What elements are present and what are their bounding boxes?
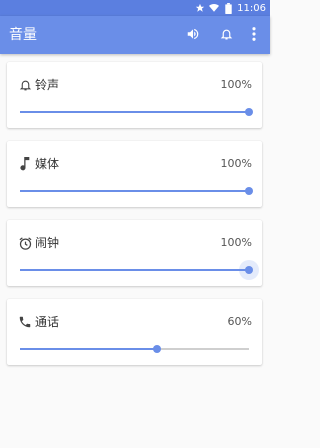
- more-vert-icon: [252, 26, 256, 45]
- slider-fill: [20, 111, 249, 113]
- volume-card-alarm: 闹钟 100%: [7, 220, 262, 286]
- slider-thumb[interactable]: [153, 345, 162, 353]
- music-note-icon: [17, 156, 33, 172]
- volume-label: 通话: [35, 315, 60, 329]
- volume-icon: [186, 26, 200, 45]
- volume-label: 闹钟: [35, 236, 60, 250]
- volume-percent: 100%: [220, 157, 252, 170]
- alarm-clock-icon: [17, 235, 33, 251]
- call-volume-slider[interactable]: [20, 339, 249, 359]
- slider-thumb[interactable]: [245, 266, 253, 274]
- bell-icon: [220, 26, 233, 45]
- notification-button[interactable]: [216, 25, 236, 45]
- wifi-icon: [209, 3, 220, 13]
- page-title: 音量: [9, 27, 37, 43]
- volume-percent: 60%: [227, 315, 252, 328]
- status-bar: 11:06: [0, 0, 270, 16]
- app-bar: 音量: [0, 16, 270, 54]
- slider-thumb[interactable]: [245, 108, 253, 116]
- volume-label: 媒体: [35, 157, 60, 171]
- ringtone-volume-slider[interactable]: [20, 102, 253, 122]
- alarm-volume-slider[interactable]: [20, 260, 259, 280]
- slider-thumb[interactable]: [245, 187, 253, 195]
- more-options-button[interactable]: [244, 25, 264, 45]
- volume-button[interactable]: [183, 25, 203, 45]
- star-icon: [195, 3, 205, 13]
- slider-fill: [20, 269, 249, 271]
- volume-card-media: 媒体 100%: [7, 141, 262, 207]
- volume-percent: 100%: [220, 236, 252, 249]
- volume-card-call: 通话 60%: [7, 299, 262, 365]
- bell-icon: [17, 77, 33, 93]
- volume-percent: 100%: [220, 78, 252, 91]
- slider-fill: [20, 190, 249, 192]
- volume-card-ringtone: 铃声 100%: [7, 62, 262, 128]
- volume-label: 铃声: [35, 78, 60, 92]
- battery-icon: [223, 2, 233, 14]
- phone-icon: [17, 314, 33, 330]
- status-time: 11:06: [237, 2, 266, 14]
- media-volume-slider[interactable]: [20, 181, 253, 201]
- slider-fill: [20, 348, 158, 350]
